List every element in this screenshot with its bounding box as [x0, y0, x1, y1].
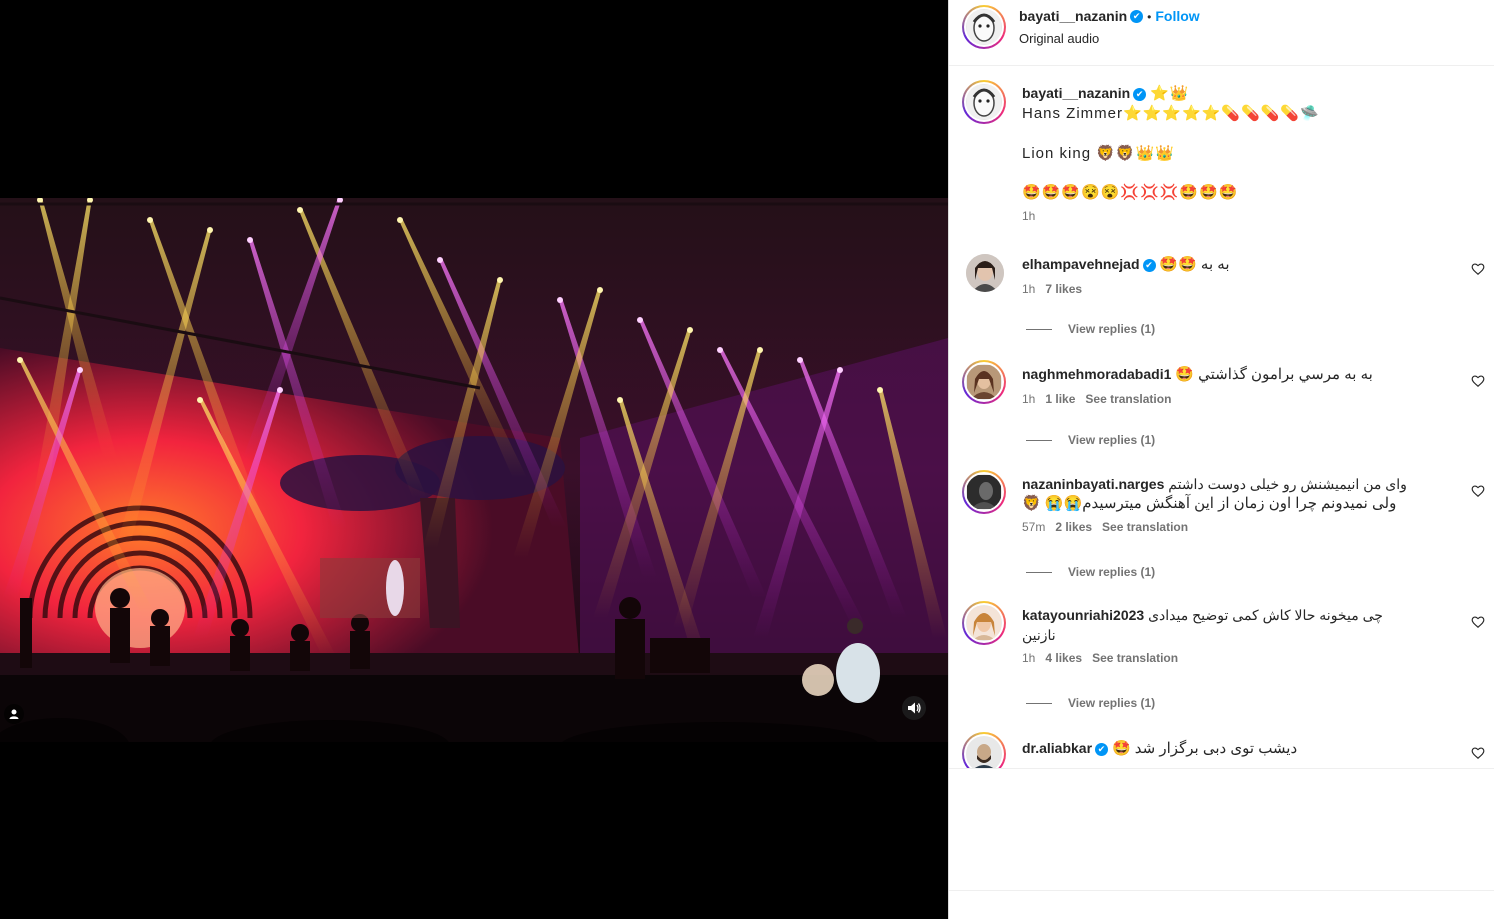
concert-video[interactable] [0, 198, 948, 742]
stage-light-source [877, 387, 883, 393]
author-avatar[interactable] [962, 5, 1006, 49]
comment-username[interactable]: nazaninbayati.narges [1022, 476, 1164, 492]
comment-likes[interactable]: 1 like [1045, 392, 1075, 406]
stage-light-source [597, 287, 603, 293]
stage-light-source [77, 367, 83, 373]
caption-line-1: Hans Zimmer⭐⭐⭐⭐⭐💊💊💊💊🛸 [1022, 105, 1320, 122]
comment-time: 57m [1022, 520, 1046, 534]
commenter-avatar[interactable] [962, 732, 1006, 768]
stage-light-source [207, 227, 213, 233]
comment-username[interactable]: elhampavehnejad [1022, 256, 1140, 272]
see-translation-button[interactable]: See translation [1092, 651, 1178, 665]
speaker-icon[interactable] [902, 696, 926, 720]
comment-text-line-2: ولی نمیدونم چرا اون زمان از این آهنگش می… [1022, 495, 1397, 512]
view-replies-button[interactable]: View replies (1) [1026, 322, 1155, 336]
heart-icon[interactable] [1471, 262, 1485, 276]
stage-light-source [247, 237, 253, 243]
comment-text-line-2: نازنین [1022, 627, 1056, 643]
heart-icon[interactable] [1471, 374, 1485, 388]
stage-light-source [797, 357, 803, 363]
comment-likes[interactable]: 4 likes [1045, 651, 1082, 665]
comment-text: به به 🤩🤩 [1159, 256, 1230, 273]
stage-light-source [437, 257, 443, 263]
comment-time: 1h [1022, 282, 1036, 296]
audio-label[interactable]: Original audio [1019, 31, 1099, 46]
commenter-avatar[interactable] [962, 360, 1006, 404]
media-viewer[interactable] [0, 0, 948, 919]
caption-badges: ⭐👑 [1150, 85, 1190, 102]
caption-line-2: Lion king 🦁🦁👑👑 [1022, 145, 1175, 162]
commenter-avatar[interactable] [962, 470, 1006, 514]
view-replies-button[interactable]: View replies (1) [1026, 433, 1155, 447]
heart-icon[interactable] [1471, 484, 1485, 498]
stage-light-source [397, 217, 403, 223]
concert-stage-image [0, 198, 948, 742]
caption-username[interactable]: bayati__nazanin [1022, 85, 1130, 101]
comment-text: به به مرسي برامون گذاشتي 🤩 [1175, 366, 1373, 383]
commenter-avatar[interactable] [966, 254, 1004, 292]
stage-light-source [497, 277, 503, 283]
comment-text: وای من انیمیشنش رو خیلی دوست داشتم [1168, 476, 1407, 492]
action-bar [949, 890, 1494, 919]
stage-light-source [297, 207, 303, 213]
caption-line-3: 🤩🤩🤩😵😵💢💢💢🤩🤩🤩 [1022, 184, 1239, 201]
comment-text: دیشب توی دبی برگزار شد 🤩 [1111, 740, 1298, 757]
verified-icon: ✔ [1095, 742, 1109, 756]
stage-light-source [687, 327, 693, 333]
comment-username[interactable]: katayounriahi2023 [1022, 607, 1144, 623]
comment-time: 1h [1022, 651, 1036, 665]
post-header: bayati__nazanin ✔ • Follow Original audio [949, 0, 1494, 66]
verified-icon: ✔ [1133, 87, 1147, 101]
view-replies-button[interactable]: View replies (1) [1026, 696, 1155, 710]
post-side-panel: bayati__nazanin ✔ • Follow Original audio b… [948, 0, 1494, 919]
stage-light-source [637, 317, 643, 323]
comments-section[interactable]: bayati__nazanin ✔ ⭐👑 Hans Zimmer⭐⭐⭐⭐⭐💊💊💊💊… [949, 66, 1494, 769]
comment-likes[interactable]: 7 likes [1045, 282, 1082, 296]
see-translation-button[interactable]: See translation [1102, 520, 1188, 534]
comment-time: 1h [1022, 392, 1036, 406]
comment-username[interactable]: dr.aliabkar [1022, 740, 1092, 756]
view-replies-button[interactable]: View replies (1) [1026, 565, 1155, 579]
comment-likes[interactable]: 2 likes [1055, 520, 1092, 534]
see-translation-button[interactable]: See translation [1085, 392, 1171, 406]
stage-light-source [17, 357, 23, 363]
stage-light-source [147, 217, 153, 223]
caption-avatar[interactable] [962, 80, 1006, 124]
stage-light-source [757, 347, 763, 353]
commenter-avatar[interactable] [962, 601, 1006, 645]
stage-light-source [717, 347, 723, 353]
verified-icon: ✔ [1142, 258, 1156, 272]
heart-icon[interactable] [1471, 615, 1485, 629]
stage-light-source [197, 397, 203, 403]
stage-light-source [277, 387, 283, 393]
follow-button[interactable]: Follow [1155, 8, 1199, 24]
heart-icon[interactable] [1471, 746, 1485, 760]
user-tag-icon[interactable] [4, 704, 24, 724]
stage-light-source [617, 397, 623, 403]
author-username[interactable]: bayati__nazanin [1019, 8, 1127, 24]
verified-icon: ✔ [1130, 10, 1144, 24]
separator-dot: • [1147, 10, 1152, 24]
comment-text: چی میخونه حالا کاش کمی توضیح میدادی [1148, 607, 1383, 623]
caption-time: 1h [1022, 209, 1036, 223]
comment-username[interactable]: naghmehmoradabadi1 [1022, 366, 1171, 382]
stage-light-source [557, 297, 563, 303]
stage-light-source [837, 367, 843, 373]
